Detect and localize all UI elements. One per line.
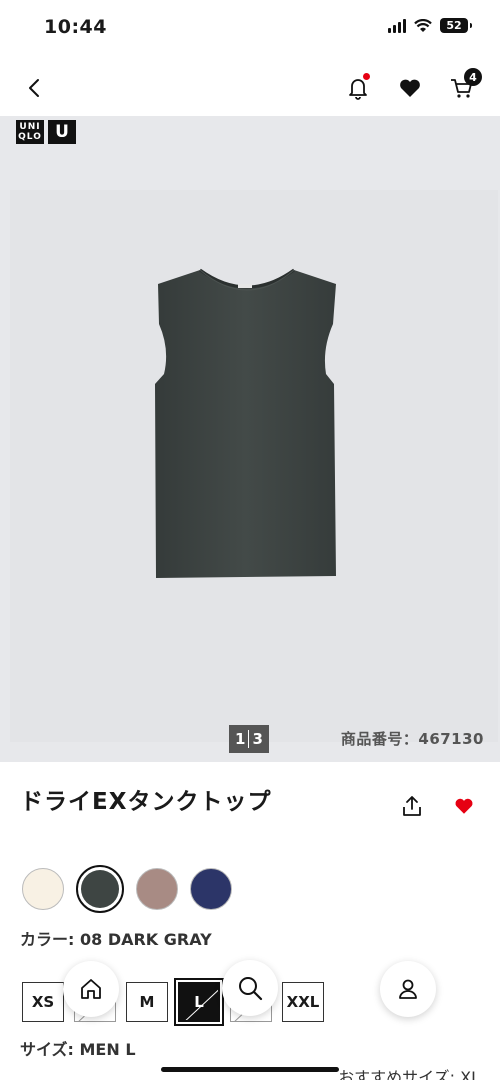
back-button[interactable] [20, 74, 48, 102]
heart-icon [455, 798, 473, 814]
heart-icon [400, 79, 420, 97]
color-value: 08 DARK GRAY [79, 930, 212, 949]
recommended-size: おすすめサイズ: XL [338, 1068, 480, 1080]
search-icon [239, 977, 263, 1001]
account-button[interactable] [380, 961, 436, 1017]
color-swatch-off-white[interactable] [22, 868, 64, 910]
battery-icon: 52 [440, 18, 472, 33]
size-option-xxl[interactable]: XXL [282, 982, 324, 1022]
status-time: 10:44 [44, 16, 107, 38]
share-button[interactable] [400, 794, 424, 818]
status-icons: 52 [388, 18, 472, 33]
size-value: MEN L [79, 1040, 136, 1059]
person-icon [399, 979, 417, 999]
pager-total: 3 [252, 730, 263, 748]
color-swatches [22, 865, 232, 913]
uniqlo-logo: UNI QLO [16, 120, 44, 144]
cart-button[interactable]: 4 [448, 68, 482, 102]
favorite-toggle-button[interactable] [452, 794, 476, 818]
cart-count-badge: 4 [464, 68, 482, 86]
size-option-l[interactable]: L [174, 978, 224, 1026]
product-image-gallery[interactable]: UNI QLO U 1 3 商品番号：467130 [0, 116, 500, 762]
wifi-icon [414, 18, 432, 32]
color-swatch-brown[interactable] [136, 868, 178, 910]
nav-bar: 4 [0, 60, 500, 116]
color-swatch-navy[interactable] [190, 868, 232, 910]
product-image [155, 268, 336, 578]
share-icon [403, 796, 421, 816]
size-label: サイズ: MEN L [20, 1040, 136, 1059]
home-indicator [161, 1067, 339, 1072]
notification-button[interactable] [344, 73, 372, 102]
status-bar: 10:44 52 [0, 0, 500, 56]
color-swatch-dark-gray[interactable] [76, 865, 124, 913]
pager-current: 1 [235, 730, 246, 748]
product-number: 商品番号：467130 [340, 730, 484, 748]
chevron-left-icon [29, 79, 39, 97]
image-pager: 1 3 [229, 725, 269, 753]
product-title-row: ドライEXタンクトップ [20, 782, 480, 822]
signal-icon [388, 18, 406, 33]
notification-dot [363, 73, 370, 80]
favorites-button[interactable] [396, 74, 424, 102]
home-button[interactable] [63, 961, 119, 1017]
size-option-m[interactable]: M [126, 982, 168, 1022]
size-option-xs[interactable]: XS [22, 982, 64, 1022]
uniqlo-u-logo: U [48, 120, 76, 144]
search-button[interactable] [222, 960, 278, 1016]
color-label: カラー: 08 DARK GRAY [20, 930, 212, 949]
home-icon [81, 979, 101, 999]
